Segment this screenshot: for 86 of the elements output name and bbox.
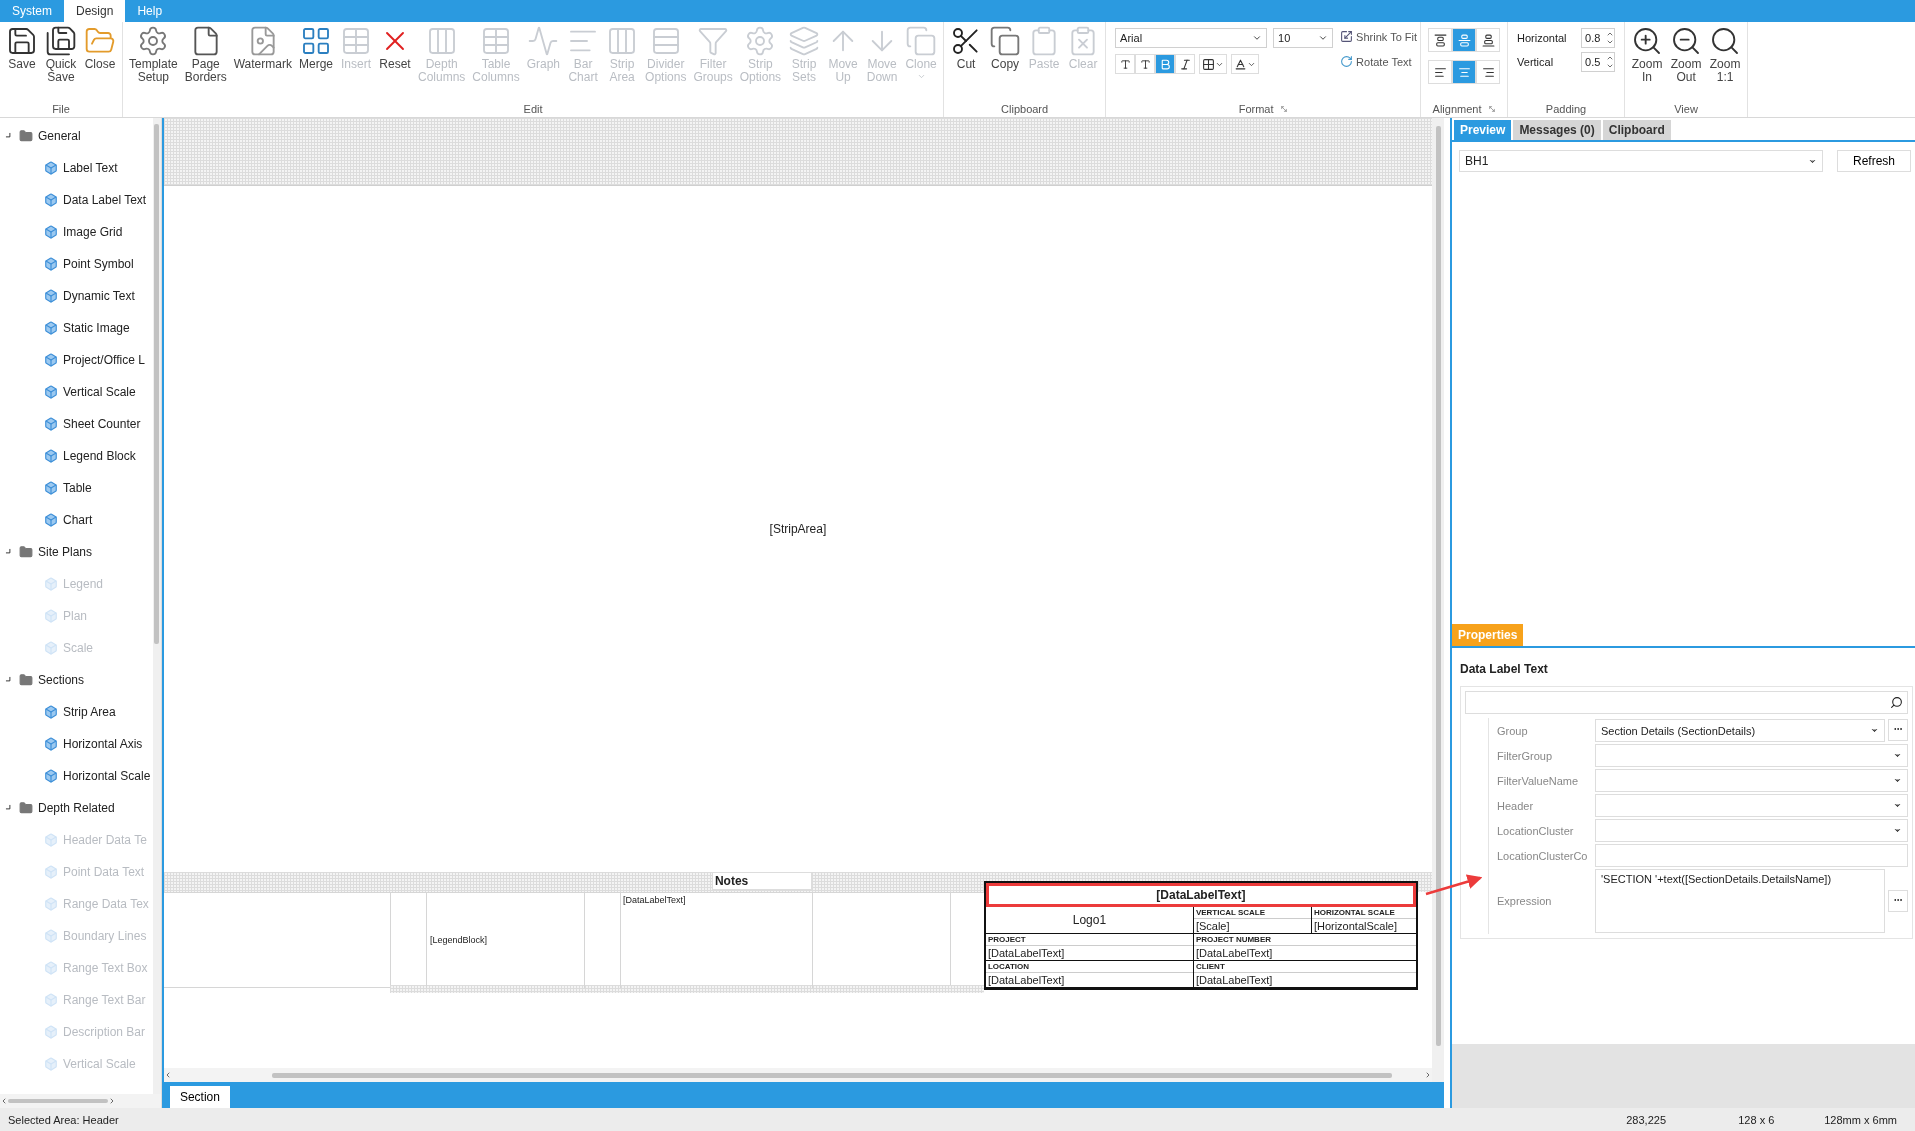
tree-item[interactable]: Horizontal Scale	[63, 769, 151, 783]
tree-item[interactable]: Data Label Text	[63, 193, 147, 207]
panel-tab[interactable]: Messages (0)	[1513, 120, 1601, 140]
cell-value: [DataLabelText]	[1194, 946, 1274, 960]
section-tab[interactable]: Section	[169, 1086, 230, 1108]
ribbon-button[interactable]: Reset	[376, 24, 414, 72]
group-label: View	[1674, 103, 1698, 115]
strip-area-label: [StripArea]	[769, 522, 827, 536]
expression-field[interactable]: 'SECTION '+text([SectionDetails.DetailsName])	[1595, 869, 1885, 933]
format-action[interactable]: Rotate Text	[1340, 55, 1418, 68]
cell-label: CLIENT	[1193, 961, 1416, 973]
tree-item[interactable]: Sheet Counter	[63, 417, 141, 431]
tree-item[interactable]: Point Symbol	[63, 257, 134, 271]
group-label: Padding	[1545, 103, 1587, 115]
title-block-title[interactable]: [DataLabelText]	[985, 883, 1416, 907]
property-label: LocationClusterCo	[1496, 848, 1589, 864]
menu-tab[interactable]: Design	[64, 0, 126, 22]
ribbon-button[interactable]: Watermark	[230, 24, 295, 72]
title-block[interactable]: [DataLabelText] Logo1 VERTICAL SCALE [Scale] HORIZONTAL SCALE [HorizontalScale] PROJECT [DataLabelText] PROJECT NUMBER [DataLabelText] LOCATION [DataLabelText] CLIENT [DataLabelText]	[983, 881, 1418, 990]
ribbon-button[interactable]: Quick Save	[42, 24, 80, 85]
tree-item[interactable]: Project/Office L	[63, 353, 145, 367]
cell-value: [DataLabelText]	[986, 946, 1066, 960]
tree-group[interactable]: Sections	[38, 673, 85, 687]
status-text: 128mm x 6mm	[1824, 1113, 1897, 1126]
tree-group[interactable]: Site Plans	[38, 545, 93, 559]
legend-block[interactable]: [LegendBlock]	[425, 892, 585, 988]
properties-title: Data Label Text	[1459, 661, 1549, 678]
dropdown-field[interactable]: Section Details (SectionDetails)	[1595, 719, 1885, 742]
tree-item[interactable]: Horizontal Axis	[63, 737, 143, 751]
status-text: 128 x 6	[1738, 1113, 1776, 1126]
tree-group[interactable]: General	[38, 129, 81, 143]
cell-label: PROJECT NUMBER	[1193, 934, 1416, 946]
group-label: Alignment	[1432, 103, 1482, 115]
borehole-dropdown[interactable]: BH1	[1459, 150, 1823, 172]
panel-tab[interactable]: Clipboard	[1602, 120, 1671, 140]
property-label: LocationCluster	[1496, 823, 1575, 839]
property-label: Group	[1496, 723, 1529, 739]
tree-item[interactable]: Label Text	[63, 161, 118, 175]
property-label: FilterGroup	[1496, 748, 1554, 764]
format-action[interactable]: Shrink To Fit	[1340, 30, 1418, 43]
tree-item[interactable]: Strip Area	[63, 705, 116, 719]
ribbon-button[interactable]: Page Borders	[181, 24, 230, 85]
cell-label: LOCATION	[985, 961, 1193, 973]
ribbon-button[interactable]: Save	[3, 24, 41, 72]
tree-item[interactable]: Static Image	[63, 321, 130, 335]
ribbon-button[interactable]: Zoom In	[1628, 24, 1667, 85]
notes-field[interactable]: [DataLabelText]	[619, 892, 813, 988]
refresh-button[interactable]: Refresh	[1837, 150, 1911, 172]
group-label: Edit	[523, 103, 543, 115]
ribbon-button[interactable]: Template Setup	[126, 24, 181, 85]
cell-value: [Scale]	[1194, 919, 1231, 933]
ribbon-button[interactable]: Close	[81, 24, 119, 72]
logo-cell: Logo1	[985, 907, 1194, 934]
padding-label: Vertical	[1517, 56, 1555, 68]
tree-group[interactable]: Depth Related	[38, 801, 115, 815]
tree-item[interactable]: Vertical Scale	[63, 385, 136, 399]
cell-label: HORIZONTAL SCALE	[1311, 907, 1416, 919]
ribbon-button[interactable]: Zoom Out	[1667, 24, 1706, 85]
padding-label: Horizontal	[1517, 32, 1568, 44]
ribbon-button[interactable]: Cut	[947, 24, 986, 72]
cell-label: VERTICAL SCALE	[1193, 907, 1311, 919]
cell-label: PROJECT	[985, 934, 1193, 946]
ribbon-button[interactable]: Zoom 1:1	[1706, 24, 1745, 85]
spin-field[interactable]: 0.8	[1581, 28, 1616, 48]
property-label: FilterValueName	[1496, 773, 1580, 789]
group-label: File	[52, 103, 70, 115]
font-dropdown[interactable]: Arial	[1115, 28, 1268, 48]
ribbon-button[interactable]: Merge	[295, 24, 336, 72]
tree-item[interactable]: Legend Block	[63, 449, 136, 463]
ribbon-button[interactable]: Copy	[986, 24, 1025, 72]
cell-value: [DataLabelText]	[1194, 973, 1274, 987]
tree-item[interactable]: Image Grid	[63, 225, 123, 239]
spin-field[interactable]: 0.5	[1581, 52, 1616, 72]
property-label: Expression	[1496, 894, 1553, 909]
tree-item[interactable]: Table	[63, 481, 92, 495]
property-label: Header	[1496, 798, 1535, 814]
status-text: 283,225	[1626, 1113, 1667, 1126]
size-dropdown[interactable]: 10	[1273, 28, 1334, 48]
notes-label: Notes	[714, 874, 749, 888]
status-text: Selected Area: Header	[8, 1113, 120, 1126]
cell-value: [HorizontalScale]	[1312, 919, 1399, 933]
cell-value: [DataLabelText]	[986, 973, 1066, 987]
tree-item[interactable]: Chart	[63, 513, 93, 527]
tree-item[interactable]: Dynamic Text	[63, 289, 135, 303]
group-label: Clipboard	[1001, 103, 1049, 115]
group-label: Format	[1238, 103, 1274, 115]
